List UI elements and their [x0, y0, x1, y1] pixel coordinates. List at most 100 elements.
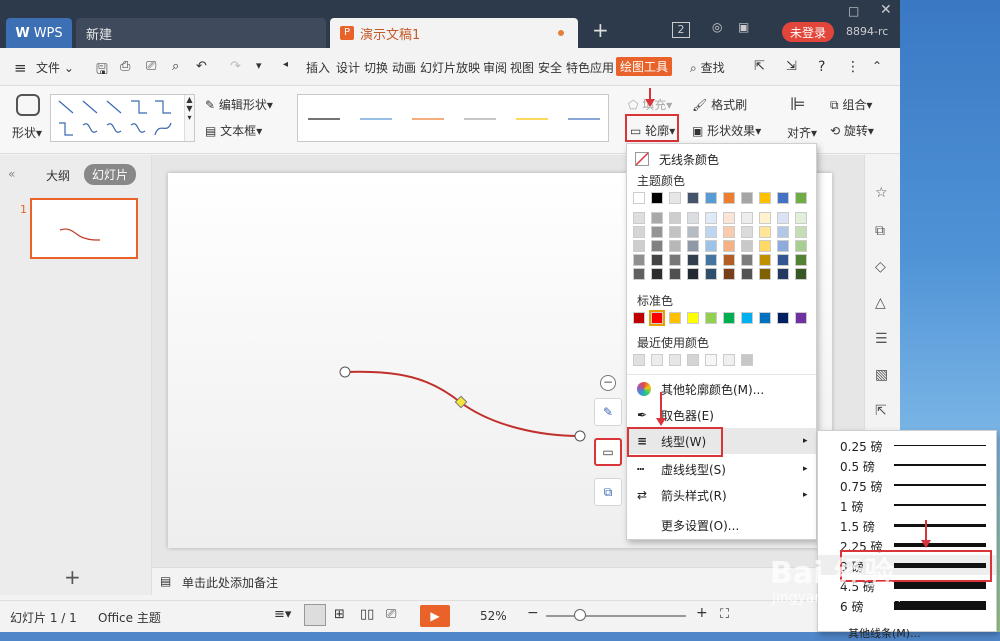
theme-color-swatch[interactable]	[651, 240, 663, 252]
theme-color-swatch[interactable]	[795, 254, 807, 266]
standard-color-swatch[interactable]	[741, 312, 753, 324]
theme-color-swatch[interactable]	[759, 240, 771, 252]
theme-color-swatch[interactable]	[741, 240, 753, 252]
dash-type-item[interactable]: ┅ 虚线线型(S) ▸	[627, 456, 816, 482]
end-handle[interactable]	[574, 430, 586, 442]
standard-color-swatch[interactable]	[649, 310, 665, 326]
float-layout-button[interactable]: ⧉	[594, 478, 622, 506]
play-button[interactable]: ▶	[420, 605, 450, 627]
copy-icon[interactable]: ⧉	[875, 223, 885, 239]
theme-color-swatch[interactable]	[741, 192, 753, 204]
star-icon[interactable]: ☆	[875, 185, 888, 201]
theme-color-swatch[interactable]	[687, 240, 699, 252]
theme-color-swatch[interactable]	[633, 192, 645, 204]
reading-view-icon[interactable]: ▯▯	[360, 607, 374, 622]
theme-color-swatch[interactable]	[633, 212, 645, 224]
theme-color-swatch[interactable]	[669, 254, 681, 266]
zoom-slider-thumb[interactable]	[574, 609, 586, 621]
more-outline-colors-item[interactable]: 其他轮廓颜色(M)...	[627, 376, 816, 402]
theme-color-swatch[interactable]	[777, 212, 789, 224]
theme-color-swatch[interactable]	[741, 268, 753, 280]
standard-color-swatch[interactable]	[687, 312, 699, 324]
view-mode-icon[interactable]: ≡▾	[274, 607, 291, 622]
theme-color-swatch[interactable]	[687, 268, 699, 280]
theme-color-swatch[interactable]	[705, 192, 717, 204]
more-settings-item[interactable]: 更多设置(O)...	[627, 512, 816, 538]
theme-color-swatch[interactable]	[759, 212, 771, 224]
standard-color-swatch[interactable]	[705, 312, 717, 324]
theme-color-swatch[interactable]	[777, 268, 789, 280]
theme-color-swatch[interactable]	[669, 226, 681, 238]
theme-color-swatch[interactable]	[759, 226, 771, 238]
line-width-item[interactable]: 0.5 磅	[818, 455, 996, 475]
float-outline-button[interactable]: ▭	[594, 438, 622, 466]
theme-color-swatch[interactable]	[687, 192, 699, 204]
standard-color-swatch[interactable]	[777, 312, 789, 324]
theme-color-swatch[interactable]	[651, 254, 663, 266]
share-rail-icon[interactable]: ⇱	[875, 403, 887, 419]
theme-color-swatch[interactable]	[669, 212, 681, 224]
theme-color-swatch[interactable]	[723, 268, 735, 280]
recent-color-swatch[interactable]	[687, 354, 699, 366]
theme-color-swatch[interactable]	[633, 226, 645, 238]
theme-color-swatch[interactable]	[705, 240, 717, 252]
more-lines-item[interactable]: 其他线条(M)...	[848, 625, 921, 641]
theme-color-swatch[interactable]	[777, 192, 789, 204]
zoom-level[interactable]: 52%	[480, 609, 507, 623]
theme-color-swatch[interactable]	[723, 226, 735, 238]
line-width-item[interactable]: 0.25 磅	[818, 435, 996, 455]
theme-color-swatch[interactable]	[723, 192, 735, 204]
image-icon[interactable]: ▧	[875, 367, 888, 383]
sorter-view-icon[interactable]: ⊞	[334, 607, 345, 622]
standard-color-swatch[interactable]	[723, 312, 735, 324]
zoom-out-icon[interactable]: −	[527, 605, 539, 621]
theme-color-swatch[interactable]	[705, 226, 717, 238]
theme-color-swatch[interactable]	[741, 212, 753, 224]
theme-color-swatch[interactable]	[633, 268, 645, 280]
theme-color-swatch[interactable]	[705, 212, 717, 224]
theme-color-swatch[interactable]	[795, 240, 807, 252]
theme-color-swatch[interactable]	[687, 254, 699, 266]
presenter-view-icon[interactable]: ⎚	[386, 607, 396, 622]
theme-color-swatch[interactable]	[777, 226, 789, 238]
theme-color-swatch[interactable]	[723, 254, 735, 266]
theme-color-swatch[interactable]	[795, 212, 807, 224]
theme-color-swatch[interactable]	[633, 240, 645, 252]
recent-color-swatch[interactable]	[741, 354, 753, 366]
theme-color-swatch[interactable]	[669, 240, 681, 252]
theme-color-swatch[interactable]	[795, 226, 807, 238]
theme-color-swatch[interactable]	[741, 254, 753, 266]
recent-color-swatch[interactable]	[651, 354, 663, 366]
theme-color-swatch[interactable]	[651, 192, 663, 204]
float-brush-button[interactable]: ✎	[594, 398, 622, 426]
theme-color-swatch[interactable]	[759, 268, 771, 280]
normal-view-icon[interactable]	[304, 604, 326, 626]
recent-color-swatch[interactable]	[633, 354, 645, 366]
theme-color-swatch[interactable]	[723, 212, 735, 224]
fit-window-icon[interactable]: ⛶	[720, 607, 729, 622]
theme-color-swatch[interactable]	[795, 268, 807, 280]
start-handle[interactable]	[339, 366, 351, 378]
standard-color-swatch[interactable]	[795, 312, 807, 324]
recent-color-swatch[interactable]	[705, 354, 717, 366]
theme-color-swatch[interactable]	[687, 212, 699, 224]
zoom-in-icon[interactable]: +	[696, 605, 708, 621]
line-width-item[interactable]: 1 磅	[818, 495, 996, 515]
zoom-slider-track[interactable]	[546, 615, 686, 617]
theme-color-swatch[interactable]	[777, 240, 789, 252]
line-width-item[interactable]: 1.5 磅	[818, 515, 996, 535]
standard-color-swatch[interactable]	[759, 312, 771, 324]
theme-color-swatch[interactable]	[633, 254, 645, 266]
arrow-style-item[interactable]: ⇄ 箭头样式(R) ▸	[627, 482, 816, 508]
theme-color-swatch[interactable]	[759, 254, 771, 266]
theme-color-swatch[interactable]	[705, 254, 717, 266]
theme-color-swatch[interactable]	[723, 240, 735, 252]
standard-color-swatch[interactable]	[633, 312, 645, 324]
theme-color-swatch[interactable]	[759, 192, 771, 204]
line-width-item[interactable]: 0.75 磅	[818, 475, 996, 495]
theme-color-swatch[interactable]	[651, 212, 663, 224]
theme-color-swatch[interactable]	[705, 268, 717, 280]
no-line-color-item[interactable]: 无线条颜色	[627, 146, 816, 172]
triangle-icon[interactable]: △	[875, 295, 886, 311]
standard-color-swatch[interactable]	[669, 312, 681, 324]
